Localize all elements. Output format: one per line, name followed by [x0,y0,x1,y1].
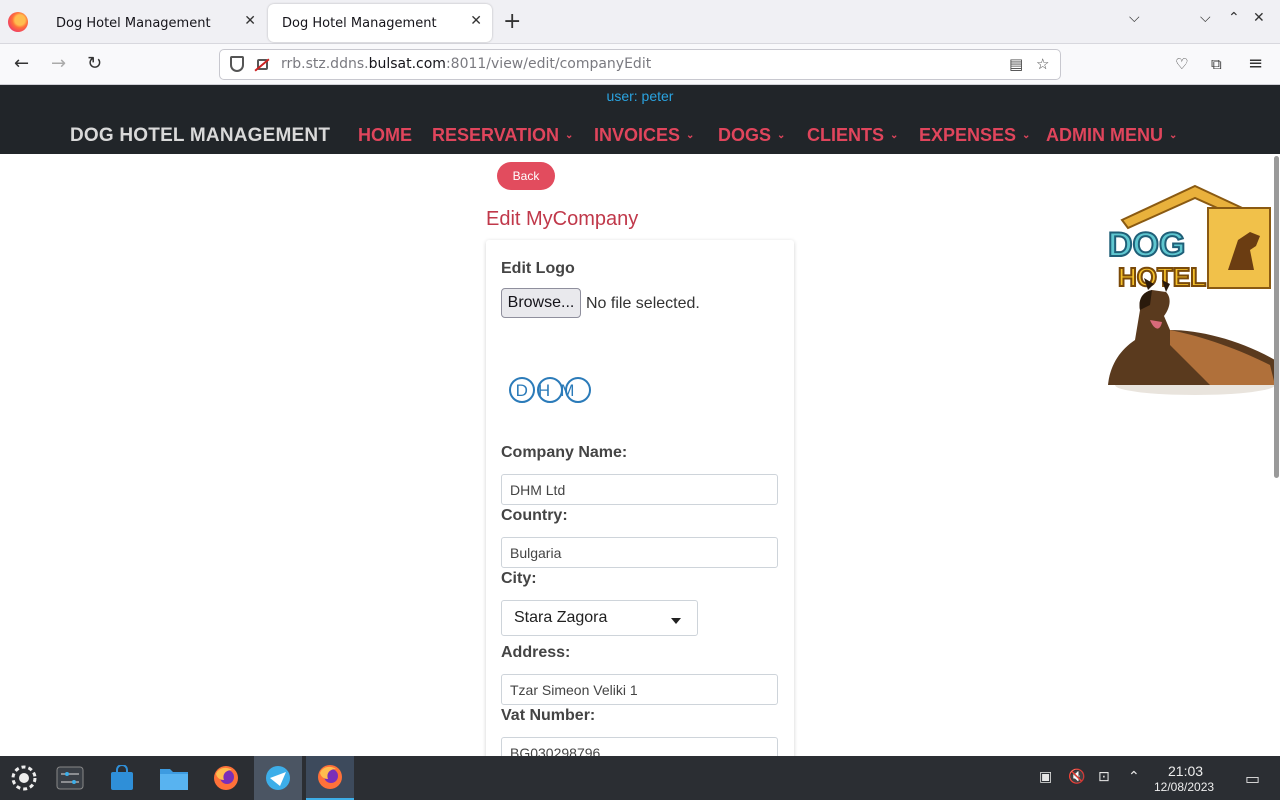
network-icon[interactable]: ⊡ [1098,769,1110,785]
chevron-down-icon: ⌄ [777,130,786,141]
back-arrow-icon[interactable]: ← [14,53,29,74]
browser-tab-active[interactable]: Dog Hotel Management ✕ [268,4,492,42]
dropdown-arrow-icon [671,618,681,624]
company-name-input[interactable] [501,474,778,505]
svg-text:HOTEL: HOTEL [1118,262,1206,292]
firefox-active-window-icon[interactable] [306,756,354,800]
city-select[interactable]: Stara Zagora [501,600,698,636]
chevron-down-icon: ⌄ [565,130,574,141]
city-selected-value: Stara Zagora [514,609,608,626]
maximize-icon[interactable]: ⌃ [1228,10,1240,26]
shield-icon[interactable] [230,56,244,72]
reader-view-icon[interactable]: ▤ [1009,55,1023,73]
pocket-icon[interactable]: ♡ [1175,55,1188,73]
company-logo-text: DHM [516,381,585,400]
new-tab-icon[interactable]: + [503,9,521,34]
nav-admin-menu[interactable]: ADMIN MENU ⌄ [1046,125,1177,146]
nav-home[interactable]: HOME [358,125,412,146]
svg-text:DOG: DOG [1108,226,1185,264]
reload-icon[interactable]: ↻ [87,53,102,74]
nav-reservation[interactable]: RESERVATION ⌄ [432,125,573,146]
insecure-lock-icon[interactable] [257,59,268,70]
window-close-icon[interactable]: ✕ [1253,10,1265,26]
os-taskbar: ▣ 🔇 ⊡ ⌃ ▭ [0,756,1280,800]
clipboard-icon[interactable]: ▣ [1039,769,1052,785]
brand-title[interactable]: DOG HOTEL MANAGEMENT [70,125,330,147]
file-manager-icon[interactable] [150,756,198,800]
city-label: City: [501,570,537,587]
address-input[interactable] [501,674,778,705]
app-header: user: peter DOG HOTEL MANAGEMENT HOME RE… [0,85,1280,154]
close-icon[interactable]: ✕ [470,13,482,29]
url-bar[interactable]: rrb.stz.ddns.bulsat.com:8011/view/edit/c… [219,49,1061,80]
forward-arrow-icon[interactable]: → [51,53,66,74]
country-input[interactable] [501,537,778,568]
remote-desktop-icon[interactable] [254,756,302,800]
bookmark-star-icon[interactable]: ☆ [1036,55,1049,73]
minimize-icon[interactable]: ⌵ [1200,10,1211,26]
page-title: Edit MyCompany [486,208,639,230]
chevron-down-icon: ⌄ [1022,130,1031,141]
url-text[interactable]: rrb.stz.ddns.bulsat.com:8011/view/edit/c… [281,56,651,72]
country-label: Country: [501,507,568,524]
volume-muted-icon[interactable]: 🔇 [1068,769,1085,785]
settings-sliders-icon[interactable] [46,756,94,800]
file-status-text: No file selected. [586,295,700,312]
browser-navbar: ← → ↻ rrb.stz.ddns.bulsat.com:8011/view/… [0,44,1280,85]
show-desktop-icon[interactable]: ▭ [1245,769,1260,788]
tray-expand-icon[interactable]: ⌃ [1128,769,1140,785]
tab-title: Dog Hotel Management [56,15,211,31]
app-launcher-icon[interactable] [0,756,48,800]
nav-dogs[interactable]: DOGS ⌄ [718,125,785,146]
firefox-taskbar-icon[interactable] [202,756,250,800]
firefox-icon[interactable] [8,12,28,32]
company-logo-image: DHM [509,377,591,403]
clock-date[interactable]: 12/08/2023 [1154,780,1214,794]
vat-number-label: Vat Number: [501,707,596,724]
browser-tabbar: Dog Hotel Management ✕ Dog Hotel Managem… [0,0,1280,44]
address-label: Address: [501,644,571,661]
browser-tab[interactable]: Dog Hotel Management ✕ [42,4,266,42]
clock-time[interactable]: 21:03 [1168,763,1203,779]
chevron-down-icon: ⌄ [890,130,899,141]
browse-file-button[interactable]: Browse... [501,288,581,318]
nav-invoices[interactable]: INVOICES ⌄ [594,125,694,146]
edit-logo-label: Edit Logo [501,260,575,277]
chevron-down-icon: ⌄ [686,130,695,141]
user-indicator: user: peter [606,88,674,104]
extensions-icon[interactable]: ⧉ [1211,55,1222,73]
chevron-down-icon: ⌄ [1169,130,1178,141]
company-edit-form: Edit Logo Browse... No file selected. DH… [486,240,794,770]
hamburger-menu-icon[interactable]: ≡ [1248,53,1263,74]
nav-expenses[interactable]: EXPENSES ⌄ [919,125,1030,146]
tab-title: Dog Hotel Management [282,15,437,31]
tab-list-icon[interactable]: ⌵ [1129,10,1140,26]
page-scrollbar[interactable] [1274,156,1279,478]
dog-hotel-logo-image: DOG HOTEL [1107,184,1278,395]
store-bag-icon[interactable] [98,756,146,800]
back-button[interactable]: Back [497,162,555,190]
company-name-label: Company Name: [501,444,628,461]
nav-clients[interactable]: CLIENTS ⌄ [807,125,898,146]
close-icon[interactable]: ✕ [244,13,256,29]
